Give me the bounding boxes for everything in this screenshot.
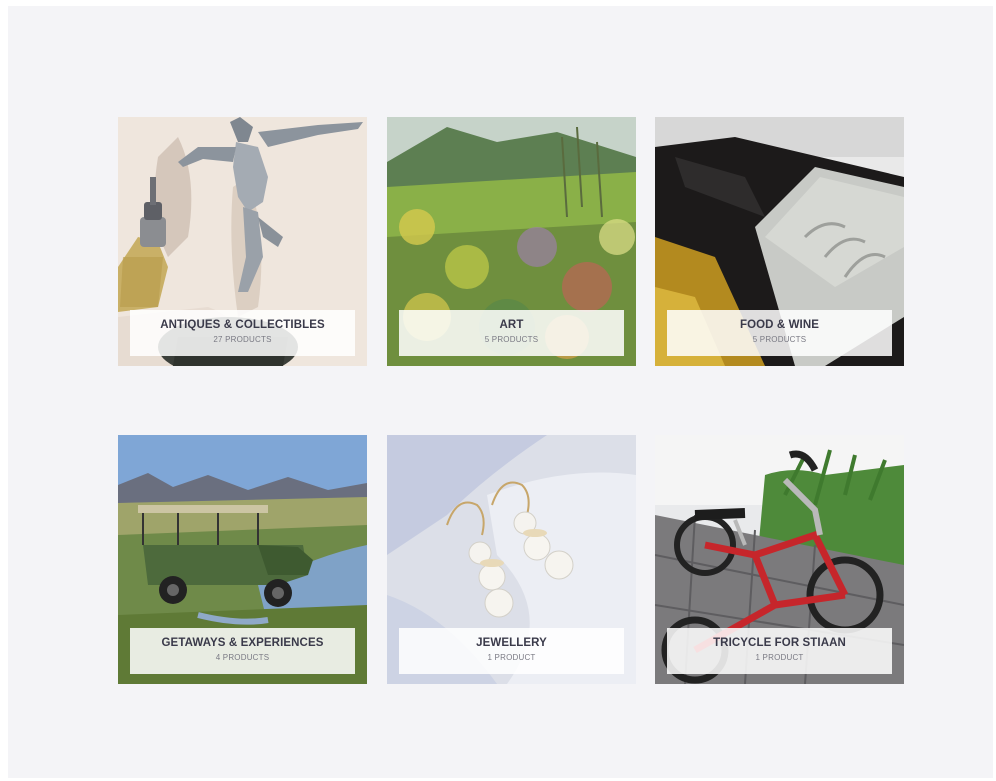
category-label: JEWELLERY 1 PRODUCT (399, 628, 624, 674)
category-name: ART (499, 319, 524, 331)
category-label: TRICYCLE FOR STIAAN 1 PRODUCT (667, 628, 892, 674)
category-label: FOOD & WINE 5 PRODUCTS (667, 310, 892, 356)
category-count: 4 PRODUCTS (215, 653, 270, 662)
category-name: TRICYCLE FOR STIAAN (713, 637, 846, 649)
category-tile-tricycle[interactable]: TRICYCLE FOR STIAAN 1 PRODUCT (655, 435, 904, 684)
category-count: 5 PRODUCTS (752, 335, 807, 344)
category-label: GETAWAYS & EXPERIENCES 4 PRODUCTS (130, 628, 355, 674)
category-name: FOOD & WINE (739, 319, 820, 331)
category-count: 5 PRODUCTS (484, 335, 539, 344)
category-label: ANTIQUES & COLLECTIBLES 27 PRODUCTS (130, 310, 355, 356)
category-tile-antiques[interactable]: ANTIQUES & COLLECTIBLES 27 PRODUCTS (118, 117, 367, 366)
category-label: ART 5 PRODUCTS (399, 310, 624, 356)
category-tile-jewellery[interactable]: JEWELLERY 1 PRODUCT (387, 435, 636, 684)
category-tile-food-wine[interactable]: FOOD & WINE 5 PRODUCTS (655, 117, 904, 366)
category-count: 27 PRODUCTS (213, 335, 272, 344)
category-count: 1 PRODUCT (487, 653, 536, 662)
category-grid: ANTIQUES & COLLECTIBLES 27 PRODUCTS ART … (0, 0, 996, 781)
category-name: JEWELLERY (476, 637, 547, 649)
category-name: ANTIQUES & COLLECTIBLES (160, 319, 325, 331)
category-count: 1 PRODUCT (755, 653, 804, 662)
category-tile-getaways[interactable]: GETAWAYS & EXPERIENCES 4 PRODUCTS (118, 435, 367, 684)
category-tile-art[interactable]: ART 5 PRODUCTS (387, 117, 636, 366)
category-name: GETAWAYS & EXPERIENCES (161, 637, 324, 649)
